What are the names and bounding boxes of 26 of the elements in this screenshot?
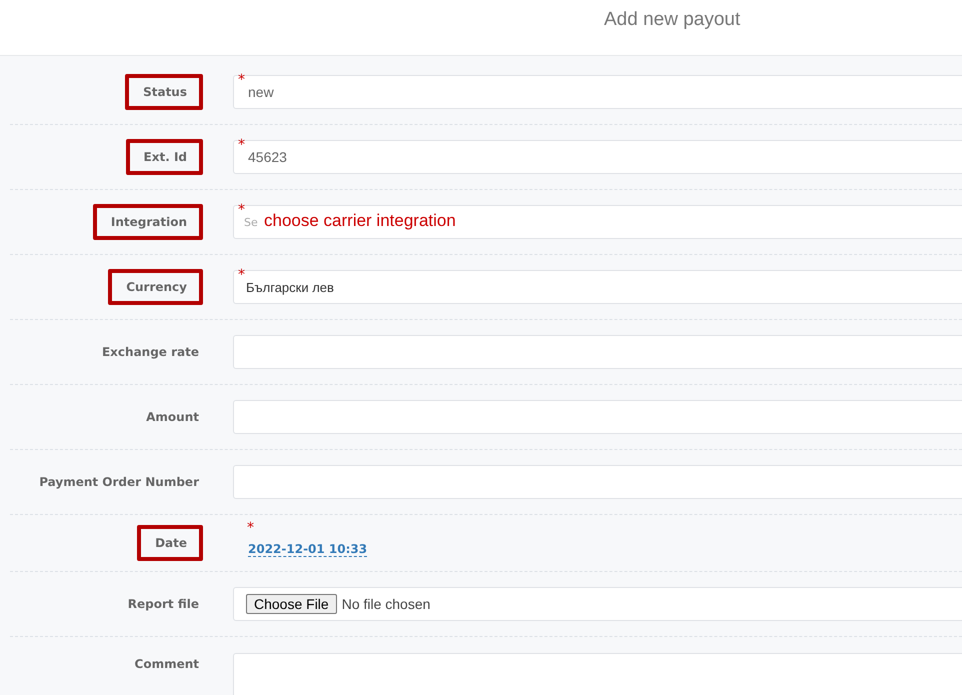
field-label: Currency xyxy=(108,269,203,305)
required-mark: * xyxy=(238,137,245,153)
field-label: Payment Order Number xyxy=(38,474,200,491)
page-title: Add new payout xyxy=(604,8,740,30)
required-mark: * xyxy=(238,72,245,88)
required-mark: * xyxy=(238,202,245,218)
select-field[interactable]: Se * choose carrier integration xyxy=(233,205,962,239)
annotation-text: choose carrier integration xyxy=(264,211,456,231)
field-label: Report file xyxy=(126,596,200,613)
file-field[interactable]: Choose File No file chosen xyxy=(233,587,962,621)
input-field[interactable] xyxy=(233,335,962,369)
field-label: Comment xyxy=(134,656,200,673)
input-field[interactable] xyxy=(233,465,962,499)
field-label: Date xyxy=(137,525,203,561)
input-field[interactable]: new * xyxy=(233,75,962,109)
required-mark: * xyxy=(238,267,245,283)
field-label: Status xyxy=(125,74,203,110)
input-field[interactable] xyxy=(233,400,962,434)
field-label: Amount xyxy=(145,409,200,426)
required-mark: * xyxy=(247,520,254,536)
field-label: Ext. Id xyxy=(126,139,203,175)
input-field[interactable]: 45623 * xyxy=(233,140,962,174)
field-label: Exchange rate xyxy=(100,344,200,361)
select-field[interactable]: Български лев * xyxy=(233,270,962,304)
field-label: Integration xyxy=(92,204,203,240)
date-link[interactable]: 2022-12-01 10:33 xyxy=(248,542,368,556)
